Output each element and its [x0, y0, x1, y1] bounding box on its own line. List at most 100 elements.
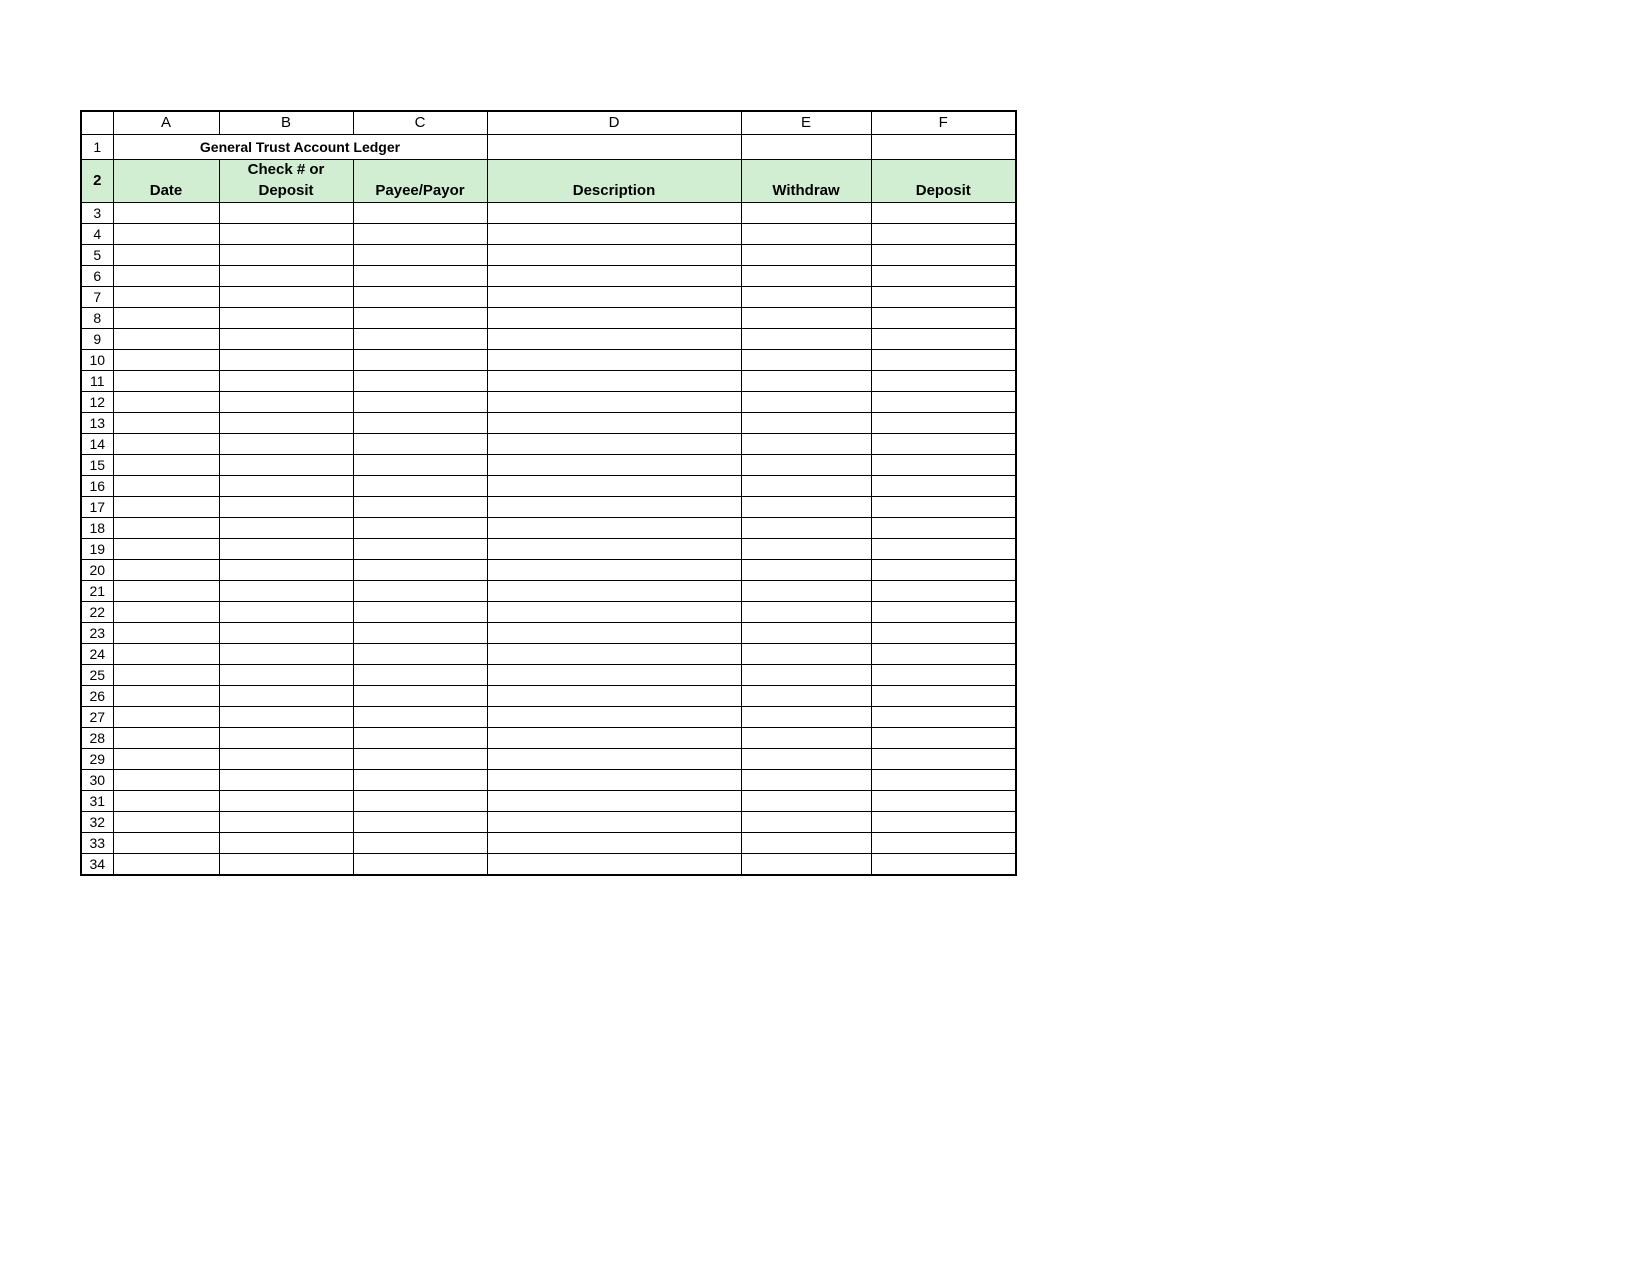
cell[interactable]	[487, 350, 741, 371]
cell[interactable]	[871, 350, 1016, 371]
cell[interactable]	[487, 812, 741, 833]
cell[interactable]	[741, 707, 871, 728]
cell[interactable]	[219, 455, 353, 476]
cell[interactable]	[113, 455, 219, 476]
row-number[interactable]: 18	[81, 518, 113, 539]
cell[interactable]	[113, 413, 219, 434]
row-number[interactable]: 31	[81, 791, 113, 812]
cell[interactable]	[487, 135, 741, 160]
cell[interactable]	[871, 812, 1016, 833]
cell[interactable]	[741, 497, 871, 518]
cell[interactable]	[487, 602, 741, 623]
row-number[interactable]: 29	[81, 749, 113, 770]
cell[interactable]	[219, 434, 353, 455]
cell[interactable]	[353, 812, 487, 833]
cell[interactable]	[871, 135, 1016, 160]
cell[interactable]	[219, 854, 353, 876]
cell[interactable]	[219, 749, 353, 770]
cell[interactable]	[353, 203, 487, 224]
cell[interactable]	[741, 224, 871, 245]
cell[interactable]	[113, 791, 219, 812]
cell[interactable]	[871, 791, 1016, 812]
cell[interactable]	[741, 308, 871, 329]
header-date[interactable]: Date	[113, 180, 219, 203]
cell[interactable]	[871, 833, 1016, 854]
cell[interactable]	[871, 707, 1016, 728]
cell[interactable]	[353, 308, 487, 329]
row-number[interactable]: 28	[81, 728, 113, 749]
row-number[interactable]: 19	[81, 539, 113, 560]
cell[interactable]	[871, 308, 1016, 329]
cell[interactable]	[219, 287, 353, 308]
header-description-top[interactable]	[487, 160, 741, 181]
cell[interactable]	[113, 392, 219, 413]
cell[interactable]	[871, 434, 1016, 455]
cell[interactable]	[871, 371, 1016, 392]
row-number[interactable]: 2	[81, 160, 113, 203]
cell[interactable]	[741, 728, 871, 749]
cell[interactable]	[487, 497, 741, 518]
cell[interactable]	[741, 770, 871, 791]
row-number[interactable]: 12	[81, 392, 113, 413]
cell[interactable]	[353, 266, 487, 287]
cell[interactable]	[353, 686, 487, 707]
cell[interactable]	[487, 434, 741, 455]
cell[interactable]	[487, 749, 741, 770]
cell[interactable]	[741, 791, 871, 812]
cell[interactable]	[871, 266, 1016, 287]
cell[interactable]	[219, 686, 353, 707]
row-number[interactable]: 10	[81, 350, 113, 371]
cell[interactable]	[113, 749, 219, 770]
row-number[interactable]: 8	[81, 308, 113, 329]
cell[interactable]	[487, 518, 741, 539]
cell[interactable]	[741, 266, 871, 287]
cell[interactable]	[353, 434, 487, 455]
row-number[interactable]: 1	[81, 135, 113, 160]
cell[interactable]	[741, 203, 871, 224]
cell[interactable]	[871, 455, 1016, 476]
header-description[interactable]: Description	[487, 180, 741, 203]
cell[interactable]	[741, 812, 871, 833]
cell[interactable]	[113, 371, 219, 392]
header-payee-top[interactable]	[353, 160, 487, 181]
cell[interactable]	[487, 644, 741, 665]
cell[interactable]	[741, 560, 871, 581]
header-date-top[interactable]	[113, 160, 219, 181]
header-check-top[interactable]: Check # or	[219, 160, 353, 181]
cell[interactable]	[219, 350, 353, 371]
cell[interactable]	[871, 581, 1016, 602]
cell[interactable]	[741, 329, 871, 350]
row-number[interactable]: 22	[81, 602, 113, 623]
cell[interactable]	[741, 350, 871, 371]
cell[interactable]	[871, 539, 1016, 560]
cell[interactable]	[741, 476, 871, 497]
cell[interactable]	[487, 686, 741, 707]
cell[interactable]	[219, 539, 353, 560]
row-number[interactable]: 6	[81, 266, 113, 287]
cell[interactable]	[487, 728, 741, 749]
cell[interactable]	[219, 413, 353, 434]
cell[interactable]	[871, 749, 1016, 770]
cell[interactable]	[113, 728, 219, 749]
cell[interactable]	[871, 224, 1016, 245]
cell[interactable]	[113, 707, 219, 728]
cell[interactable]	[871, 329, 1016, 350]
cell[interactable]	[353, 371, 487, 392]
cell[interactable]	[113, 476, 219, 497]
cell[interactable]	[113, 644, 219, 665]
row-number[interactable]: 7	[81, 287, 113, 308]
cell[interactable]	[487, 623, 741, 644]
col-header-D[interactable]: D	[487, 111, 741, 135]
cell[interactable]	[113, 833, 219, 854]
cell[interactable]	[871, 518, 1016, 539]
cell[interactable]	[487, 791, 741, 812]
cell[interactable]	[871, 770, 1016, 791]
cell[interactable]	[219, 665, 353, 686]
cell[interactable]	[487, 287, 741, 308]
cell[interactable]	[113, 518, 219, 539]
cell[interactable]	[219, 308, 353, 329]
cell[interactable]	[113, 602, 219, 623]
row-number[interactable]: 26	[81, 686, 113, 707]
header-deposit-top[interactable]	[871, 160, 1016, 181]
cell[interactable]	[487, 455, 741, 476]
